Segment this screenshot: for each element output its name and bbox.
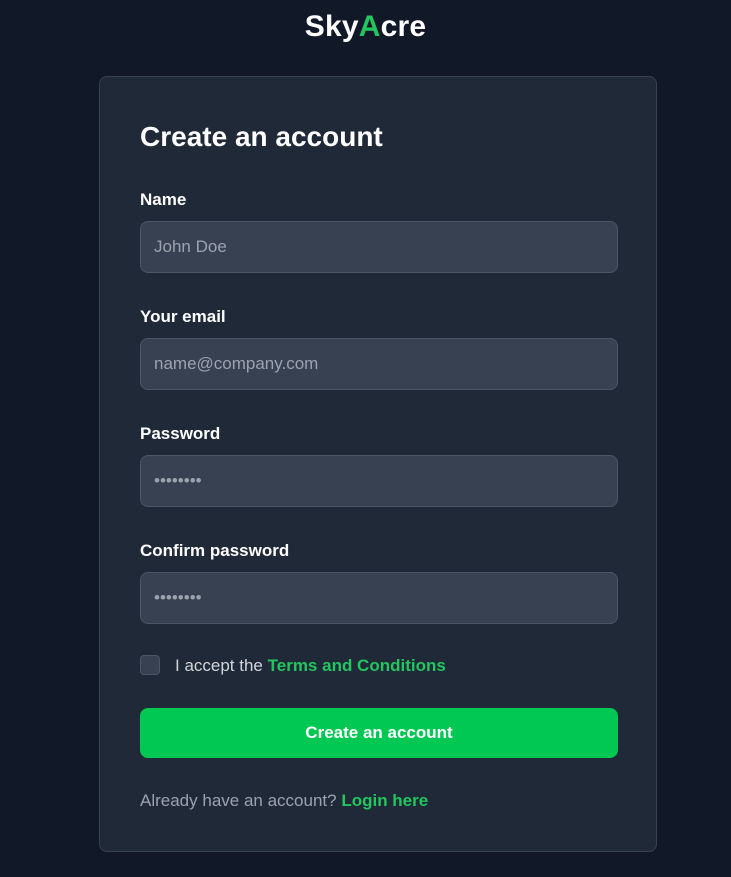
terms-prefix: I accept the bbox=[175, 656, 268, 675]
brand-logo: SkyAcre bbox=[0, 10, 731, 44]
name-label: Name bbox=[140, 190, 187, 209]
create-account-button[interactable]: Create an account bbox=[140, 708, 618, 758]
logo-text-part2: cre bbox=[380, 10, 427, 43]
login-link[interactable]: Login here bbox=[341, 791, 428, 810]
password-input[interactable] bbox=[140, 455, 618, 507]
confirm-password-label: Confirm password bbox=[140, 541, 290, 560]
name-input[interactable] bbox=[140, 221, 618, 273]
email-label: Your email bbox=[140, 307, 226, 326]
logo-text-accent: A bbox=[358, 10, 381, 43]
terms-link[interactable]: Terms and Conditions bbox=[268, 656, 446, 675]
login-prompt: Already have an account? Login here bbox=[140, 791, 428, 811]
signup-card: Create an account Name Your email Passwo… bbox=[99, 76, 657, 852]
terms-label: I accept the Terms and Conditions bbox=[175, 656, 446, 676]
terms-checkbox[interactable] bbox=[140, 655, 160, 675]
logo-text-part1: Sky bbox=[304, 10, 359, 43]
login-prefix: Already have an account? bbox=[140, 791, 342, 810]
password-label: Password bbox=[140, 424, 221, 443]
email-input[interactable] bbox=[140, 338, 618, 390]
page-title: Create an account bbox=[140, 121, 383, 152]
confirm-password-input[interactable] bbox=[140, 572, 618, 624]
